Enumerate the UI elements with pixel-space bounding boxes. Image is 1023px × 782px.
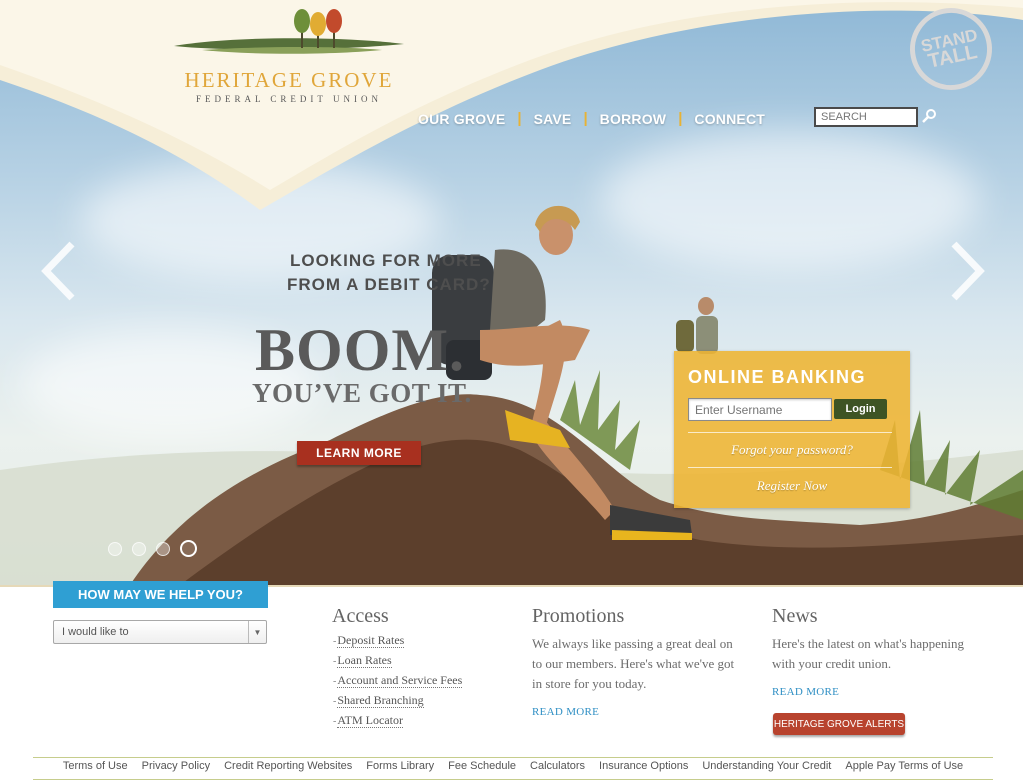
news-title: News	[772, 605, 818, 627]
next-slide-arrow-icon[interactable]	[946, 240, 986, 302]
how-may-we-help-button[interactable]: HOW MAY WE HELP YOU?	[53, 581, 268, 608]
list-item: -Shared Branching	[333, 693, 424, 708]
main-nav: OUR GROVE | SAVE | BORROW | CONNECT	[418, 110, 765, 127]
list-item: -ATM Locator	[333, 713, 403, 728]
nav-our-grove[interactable]: OUR GROVE	[418, 111, 505, 127]
slide-indicators	[108, 540, 197, 557]
shared-branching-link[interactable]: Shared Branching	[337, 693, 424, 708]
slide-dot-2[interactable]	[132, 541, 146, 556]
login-button[interactable]: Login	[834, 399, 887, 419]
learn-more-button[interactable]: LEARN MORE	[297, 441, 421, 465]
username-input[interactable]	[688, 398, 832, 421]
search-icon[interactable]	[921, 108, 937, 124]
list-item: -Deposit Rates	[333, 633, 405, 648]
loan-rates-link[interactable]: Loan Rates	[337, 653, 392, 668]
select-value: I would like to	[62, 626, 129, 638]
hero-kicker-1: LOOKING FOR MORE	[290, 251, 482, 270]
footer-top-rule	[33, 757, 993, 758]
footer-insurance-options-link[interactable]: Insurance Options	[599, 760, 688, 772]
nav-borrow[interactable]: BORROW	[600, 111, 667, 127]
footer-apple-pay-terms-link[interactable]: Apple Pay Terms of Use	[845, 760, 963, 772]
hero-headline: BOOM.	[255, 317, 465, 383]
access-title: Access	[332, 605, 389, 627]
chevron-down-icon: ▼	[248, 621, 266, 643]
i-would-like-to-select[interactable]: I would like to ▼	[53, 620, 267, 644]
footer-fee-schedule-link[interactable]: Fee Schedule	[448, 760, 516, 772]
news-read-more-link[interactable]: READ MORE	[772, 686, 839, 698]
footer-links: Terms of Use Privacy Policy Credit Repor…	[33, 760, 993, 772]
nav-separator: |	[583, 110, 588, 127]
deposit-rates-link[interactable]: Deposit Rates	[337, 633, 405, 648]
register-now-link[interactable]: Register Now	[674, 478, 910, 494]
logo-trees-icon	[174, 9, 404, 54]
nav-separator: |	[678, 110, 683, 127]
footer-bottom-rule	[33, 779, 993, 780]
slide-dot-3[interactable]	[156, 541, 170, 556]
hero-kicker-2: FROM A DEBIT CARD?	[287, 275, 491, 294]
footer-understanding-credit-link[interactable]: Understanding Your Credit	[702, 760, 831, 772]
hero-subheadline: YOU’VE GOT IT.	[252, 378, 472, 408]
access-links: -Deposit Rates -Loan Rates -Account and …	[333, 631, 463, 731]
atm-locator-link[interactable]: ATM Locator	[337, 713, 403, 728]
hero-banner: HERITAGE GROVE FEDERAL CREDIT UNION STAN…	[0, 0, 1023, 585]
list-item: -Loan Rates	[333, 653, 392, 668]
brand-name: HERITAGE GROVE	[184, 68, 394, 92]
footer-terms-of-use-link[interactable]: Terms of Use	[63, 760, 128, 772]
divider	[688, 467, 892, 468]
footer-privacy-policy-link[interactable]: Privacy Policy	[142, 760, 210, 772]
footer-credit-reporting-link[interactable]: Credit Reporting Websites	[224, 760, 352, 772]
list-item: -Account and Service Fees	[333, 673, 463, 688]
promotions-text: We always like passing a great deal on t…	[532, 636, 735, 691]
divider	[688, 432, 892, 433]
nav-connect[interactable]: CONNECT	[694, 111, 765, 127]
forgot-password-link[interactable]: Forgot your password?	[674, 442, 910, 458]
slide-dot-1[interactable]	[108, 541, 122, 556]
prev-slide-arrow-icon[interactable]	[40, 240, 80, 302]
brand-tagline: FEDERAL CREDIT UNION	[196, 94, 382, 104]
footer-forms-library-link[interactable]: Forms Library	[366, 760, 434, 772]
online-banking-panel: ONLINE BANKING Login Forgot your passwor…	[674, 351, 910, 508]
promotions-title: Promotions	[532, 605, 625, 627]
news-text: Here's the latest on what's happening wi…	[772, 636, 965, 671]
footer-calculators-link[interactable]: Calculators	[530, 760, 585, 772]
nav-separator: |	[517, 110, 522, 127]
search-input[interactable]	[814, 107, 918, 127]
nav-save[interactable]: SAVE	[534, 111, 572, 127]
slide-dot-4[interactable]	[180, 540, 197, 557]
online-banking-title: ONLINE BANKING	[688, 367, 866, 387]
logo[interactable]: HERITAGE GROVE FEDERAL CREDIT UNION	[172, 6, 406, 106]
heritage-grove-alerts-button[interactable]: HERITAGE GROVE ALERTS	[773, 713, 905, 735]
account-service-fees-link[interactable]: Account and Service Fees	[337, 673, 463, 688]
promotions-read-more-link[interactable]: READ MORE	[532, 706, 599, 718]
